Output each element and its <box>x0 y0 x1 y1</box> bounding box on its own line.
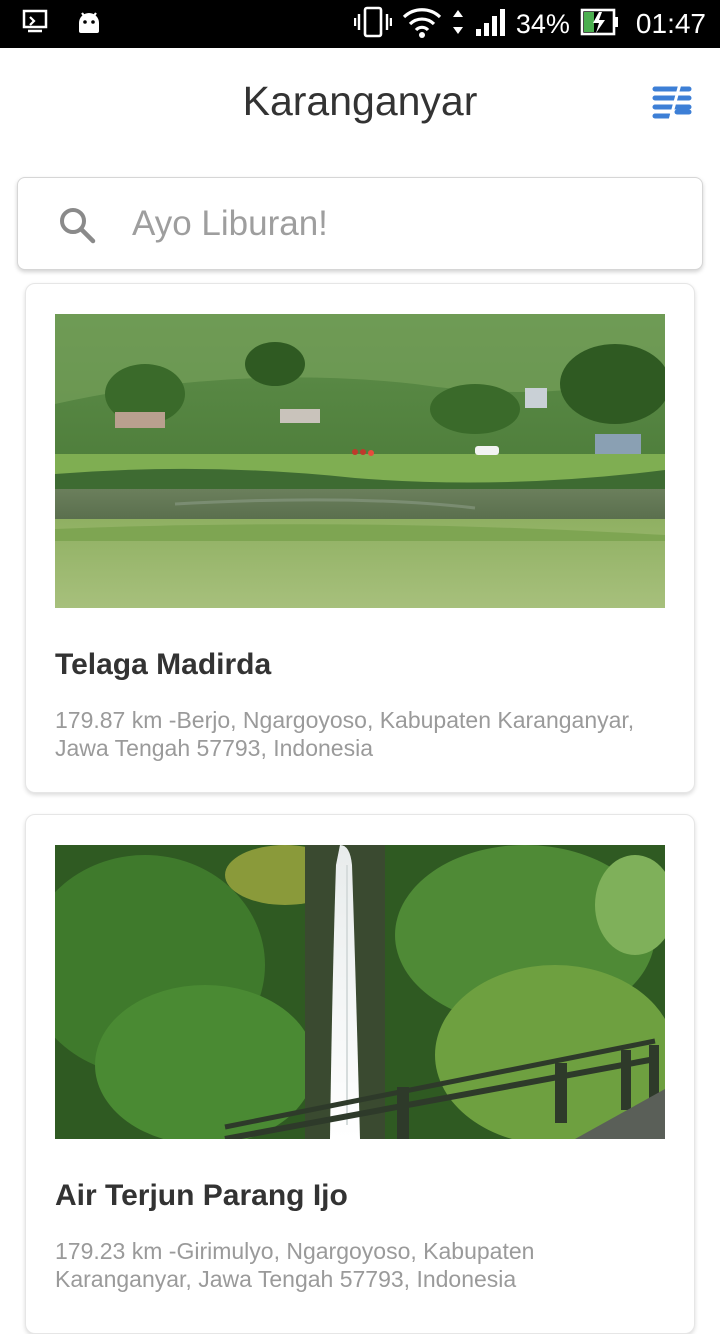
place-distance-address: 179.23 km -Girimulyo, Ngargoyoso, Kabupa… <box>55 1238 535 1292</box>
battery-percent: 34% <box>515 8 570 39</box>
cell-signal-icon <box>474 7 506 42</box>
search-bar[interactable] <box>17 177 703 270</box>
app-bar: Karanganyar <box>0 48 720 160</box>
clock: 01:47 <box>635 8 706 39</box>
search-input[interactable] <box>132 198 672 250</box>
status-bar: 34% 01:47 <box>0 0 720 48</box>
wifi-icon <box>402 6 442 43</box>
battery-charging-icon <box>580 8 620 41</box>
place-card[interactable]: Telaga Madirda 179.87 km -Berjo, Ngargoy… <box>25 283 695 793</box>
data-arrows-icon <box>452 8 464 41</box>
place-photo-waterfall <box>55 845 665 1139</box>
place-distance-address: 179.87 km -Berjo, Ngargoyoso, Kabupaten … <box>55 707 635 761</box>
place-name: Air Terjun Parang Ijo <box>55 1179 348 1212</box>
page-title: Karanganyar <box>242 78 478 124</box>
filter-list-icon <box>652 83 692 126</box>
place-photo-lake <box>55 314 665 608</box>
filter-button[interactable] <box>652 82 692 122</box>
search-icon <box>58 206 96 244</box>
screen-cast-icon <box>22 9 50 40</box>
android-icon <box>76 9 102 40</box>
place-card[interactable]: Air Terjun Parang Ijo 179.23 km -Girimul… <box>25 814 695 1334</box>
place-name: Telaga Madirda <box>55 648 272 681</box>
vibrate-icon <box>353 5 393 44</box>
